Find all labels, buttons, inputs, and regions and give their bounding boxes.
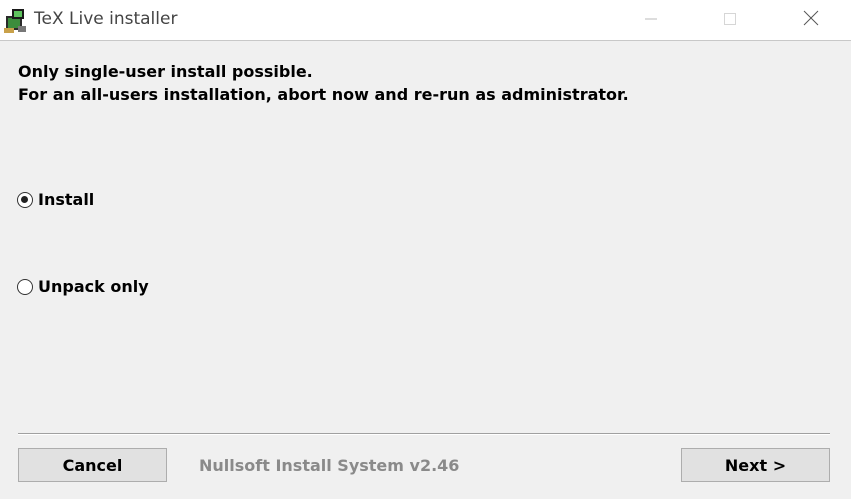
minimize-icon xyxy=(644,11,658,30)
installer-app-icon xyxy=(4,6,30,34)
minimize-button[interactable] xyxy=(628,0,674,40)
window-title: TeX Live installer xyxy=(34,9,178,29)
unpack-only-radio[interactable] xyxy=(17,278,33,295)
install-option[interactable]: Install xyxy=(17,190,94,209)
nsis-branding-text: Nullsoft Install System v2.46 xyxy=(199,456,460,475)
installer-window: TeX Live installer Only single-user inst… xyxy=(0,0,851,499)
cancel-button[interactable]: Cancel xyxy=(18,448,167,482)
maximize-icon xyxy=(723,11,737,30)
maximize-button[interactable] xyxy=(707,0,753,40)
install-option-label: Install xyxy=(38,190,95,209)
unpack-only-option[interactable]: Unpack only xyxy=(17,277,149,296)
install-radio[interactable] xyxy=(17,191,33,208)
admin-rerun-notice: For an all-users installation, abort now… xyxy=(18,85,629,104)
next-button[interactable]: Next > xyxy=(681,448,830,482)
close-icon xyxy=(803,10,819,30)
title-bar[interactable]: TeX Live installer xyxy=(0,0,851,41)
footer-divider xyxy=(18,433,830,435)
unpack-only-option-label: Unpack only xyxy=(38,277,149,296)
close-button[interactable] xyxy=(788,0,834,40)
single-user-notice: Only single-user install possible. xyxy=(18,62,313,81)
